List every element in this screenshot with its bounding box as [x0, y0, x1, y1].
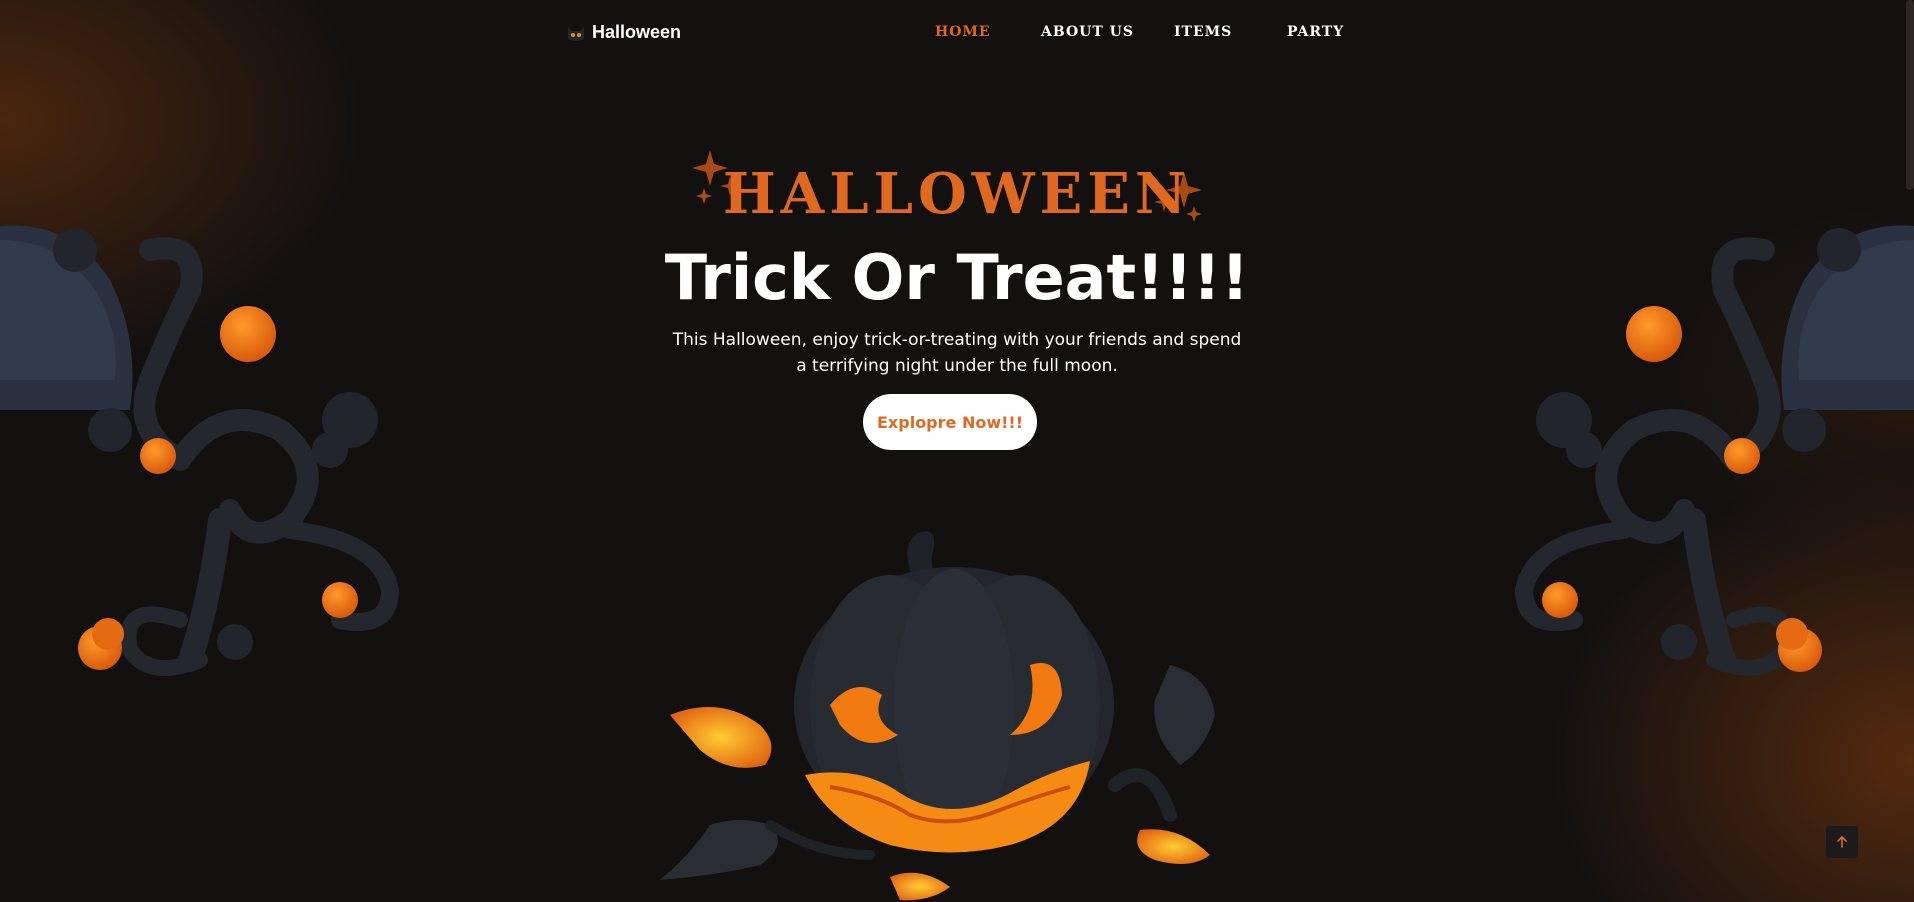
- spooky-branch-illustration: [1514, 225, 1914, 676]
- nav-home[interactable]: HOME: [935, 24, 991, 40]
- scroll-to-top-button[interactable]: [1826, 826, 1858, 858]
- hero-eyebrow: HALLOWEEN: [722, 161, 1192, 227]
- spooky-branch-illustration: [0, 225, 400, 676]
- explore-button[interactable]: Explopre Now!!!: [863, 394, 1037, 450]
- nav-party[interactable]: PARTY: [1287, 24, 1344, 40]
- main-nav: HOME ABOUT US ITEMS PARTY: [0, 24, 1914, 46]
- nav-items[interactable]: ITEMS: [1174, 24, 1232, 40]
- nav-about-us[interactable]: ABOUT US: [1041, 24, 1134, 40]
- jack-o-lantern-illustration: [660, 531, 1215, 901]
- arrow-up-icon: [1837, 836, 1847, 848]
- hero-description: This Halloween, enjoy trick-or-treating …: [672, 330, 1242, 376]
- page-scrollbar[interactable]: [1906, 0, 1914, 190]
